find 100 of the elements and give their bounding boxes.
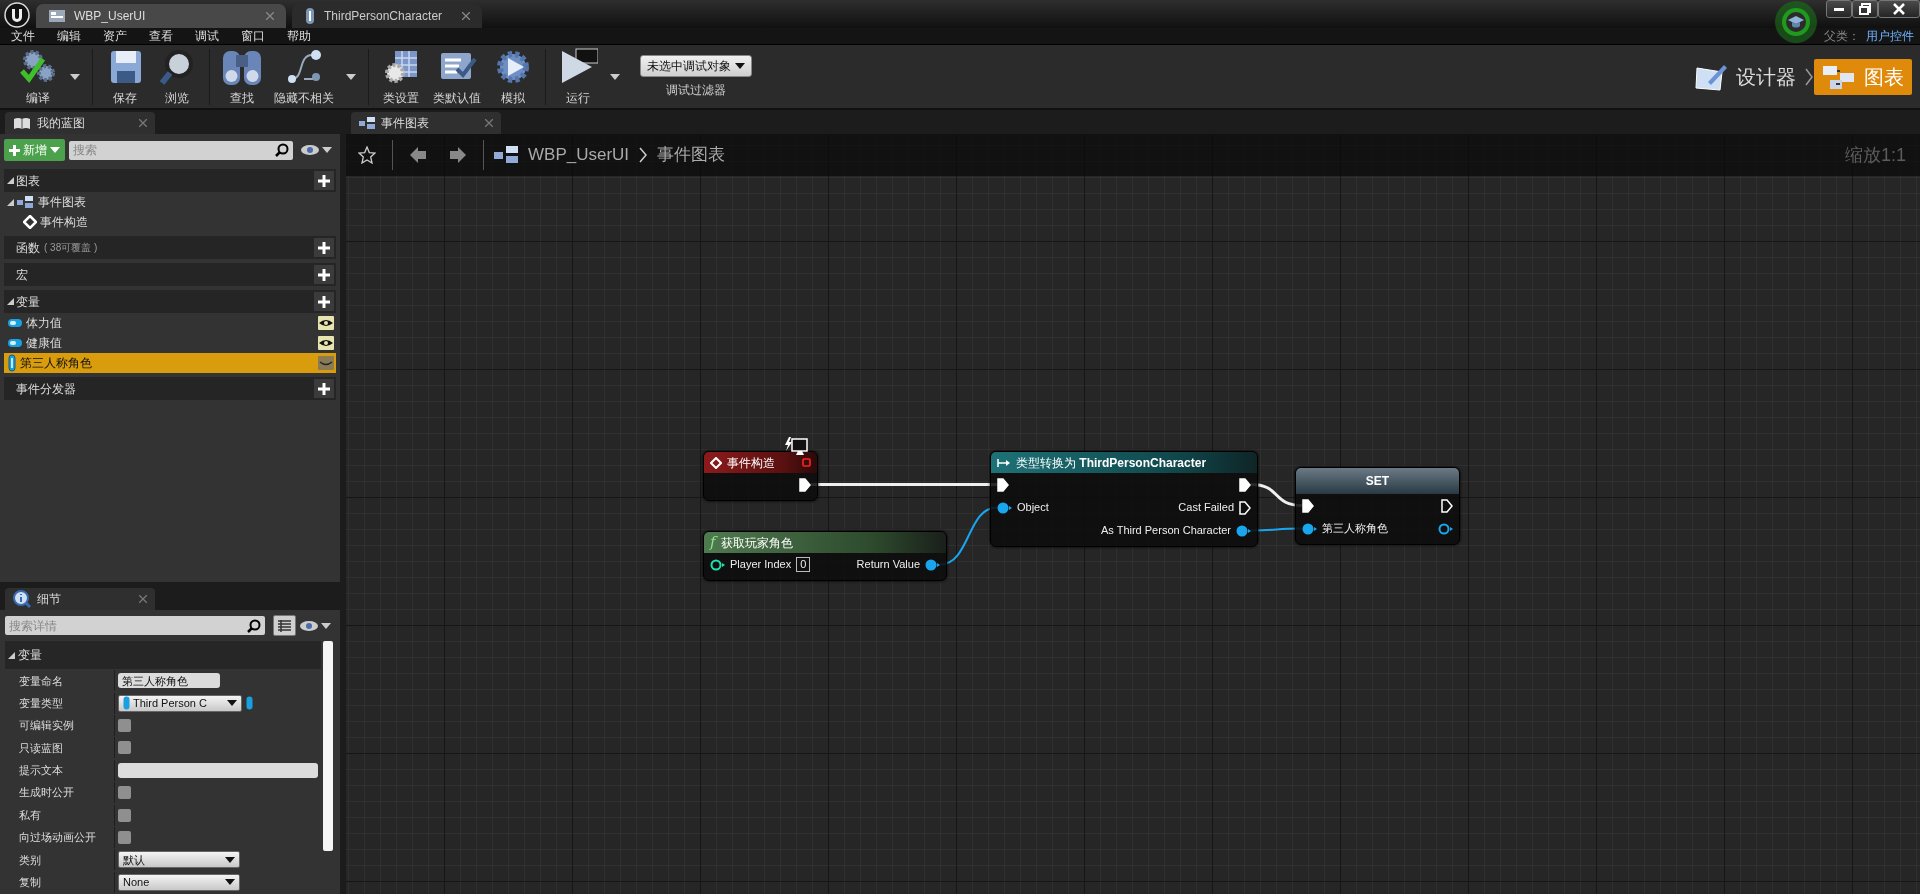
search-icon — [247, 618, 261, 633]
scrollbar[interactable] — [323, 641, 333, 851]
breadcrumb-link[interactable]: 事件图表 — [657, 142, 726, 168]
caret-icon — [70, 73, 80, 80]
eye-icon — [300, 620, 318, 631]
compile-button[interactable]: 编译 — [12, 46, 64, 107]
caret-icon — [225, 879, 235, 886]
checkbox[interactable] — [118, 786, 131, 800]
menu-item[interactable]: 查看 — [138, 27, 184, 45]
graph-icon — [494, 146, 518, 164]
play-button[interactable]: 运行 — [552, 46, 604, 107]
menu-item[interactable]: 窗口 — [230, 27, 276, 45]
editor-tab[interactable]: WBP_UserUI — [36, 4, 286, 28]
class-defaults-button[interactable]: 类默认值 — [427, 46, 487, 107]
info-icon — [13, 590, 31, 608]
checkbox[interactable] — [118, 719, 131, 733]
plus-icon — [318, 174, 330, 187]
eye-icon — [301, 145, 319, 155]
dropdown[interactable]: 默认 — [118, 851, 240, 869]
checkbox[interactable] — [118, 830, 131, 844]
search-icon — [275, 143, 289, 157]
tree-item[interactable]: 体力值 — [4, 313, 336, 333]
panel-tab[interactable]: 我的蓝图 — [5, 112, 155, 134]
search-field[interactable]: 搜索详情 — [5, 616, 243, 635]
blueprint-node[interactable]: 类型转换为 ThirdPersonCharacter Object Cast Failed As Third Person Character — [990, 451, 1258, 547]
panel-tab[interactable]: 事件图表 — [351, 112, 501, 134]
node-title: SET — [1365, 473, 1390, 490]
section-title: 图表 — [16, 172, 40, 190]
add-button[interactable] — [314, 379, 334, 398]
pin-label: Cast Failed — [1178, 500, 1234, 516]
text-field[interactable]: 第三人称角色 — [118, 673, 220, 689]
add-button[interactable] — [314, 265, 334, 284]
menu-item[interactable]: 调试 — [184, 27, 230, 45]
tree-item[interactable]: 第三人称角色 — [4, 353, 336, 373]
search-button[interactable] — [271, 140, 293, 160]
add-button[interactable] — [314, 238, 334, 257]
property-label: 向过场动画公开 — [19, 830, 96, 846]
menu-item[interactable]: 文件 — [0, 27, 46, 45]
tree-item[interactable]: 健康值 — [4, 333, 336, 353]
zoom-level: 缩放1:1 — [1844, 143, 1906, 167]
eye-icon[interactable] — [318, 316, 334, 330]
parent-class-label: 父类： — [1824, 28, 1860, 45]
plus-icon — [318, 382, 330, 395]
node-title: 类型转换为 ThirdPersonCharacter — [1016, 454, 1207, 472]
dropdown[interactable]: None — [118, 873, 240, 891]
add-button[interactable] — [314, 292, 334, 311]
plus-icon — [9, 144, 20, 156]
graph-icon — [359, 117, 375, 129]
section-note: ( 38可覆盖 ) — [44, 241, 98, 255]
star-icon — [358, 146, 376, 164]
browse-button[interactable]: 浏览 — [151, 46, 203, 107]
caret-icon — [322, 147, 332, 153]
eye-icon[interactable] — [318, 336, 334, 350]
section-title: 函数 — [16, 239, 40, 257]
property-label: 变量命名 — [19, 673, 63, 689]
delegate-pin — [802, 458, 811, 467]
property-label: 类别 — [19, 852, 41, 868]
breadcrumb-link[interactable]: WBP_UserUI — [528, 142, 630, 168]
menu-item[interactable]: 帮助 — [276, 27, 322, 45]
close-button[interactable] — [1878, 0, 1920, 18]
closed-eye-icon[interactable] — [318, 356, 334, 370]
cast-arrow-icon — [997, 457, 1011, 468]
property-matrix-button[interactable] — [273, 615, 296, 636]
restore-button[interactable] — [1852, 0, 1878, 18]
default-value-field[interactable]: 0 — [796, 557, 811, 572]
parent-class-link[interactable]: 用户控件 — [1866, 27, 1914, 45]
section-title: 宏 — [16, 266, 28, 284]
panel-tab[interactable]: 细节 — [5, 588, 155, 610]
tree-item[interactable]: 事件图表 — [4, 192, 336, 212]
menu-item[interactable]: 编辑 — [46, 27, 92, 45]
minimize-button[interactable] — [1826, 0, 1852, 18]
blueprint-node[interactable]: f 获取玩家角色 Player Index 0 Return Value — [703, 531, 947, 581]
editor-tab[interactable]: ThirdPersonCharacter — [292, 4, 482, 28]
checkbox[interactable] — [118, 808, 131, 822]
class-settings-button[interactable]: 类设置 — [375, 46, 427, 107]
character-icon — [304, 8, 316, 24]
type-dropdown[interactable]: Third Person C — [118, 694, 242, 712]
blueprint-node[interactable]: SET 第三人称角色 — [1295, 467, 1460, 545]
pill-icon — [7, 338, 23, 348]
node-title: 获取玩家角色 — [720, 534, 793, 552]
debug-object-dropdown[interactable]: 未选中调试对象 — [640, 54, 752, 77]
hide-unrelated-button[interactable]: 隐藏不相关 — [268, 46, 340, 107]
caret-icon — [225, 856, 235, 863]
tree-item[interactable]: 事件构造 — [4, 212, 336, 232]
menu-item[interactable]: 资产 — [92, 27, 138, 45]
simulate-button[interactable]: 模拟 — [487, 46, 539, 107]
caret-icon — [321, 622, 331, 629]
search-field[interactable]: 搜索 — [69, 140, 271, 160]
function-icon: f — [710, 531, 716, 554]
caret-icon — [346, 73, 356, 80]
caret-icon — [227, 700, 237, 707]
pin-label: Return Value — [856, 557, 920, 573]
blueprint-node[interactable]: 事件构造 — [703, 451, 818, 501]
text-field[interactable] — [118, 762, 318, 778]
search-button[interactable] — [243, 616, 265, 635]
checkbox[interactable] — [118, 741, 131, 755]
add-button[interactable] — [314, 171, 334, 190]
find-button[interactable]: 查找 — [216, 46, 268, 107]
save-button[interactable]: 保存 — [99, 46, 151, 107]
designer-mode-button[interactable]: 设计器 — [1686, 58, 1804, 95]
